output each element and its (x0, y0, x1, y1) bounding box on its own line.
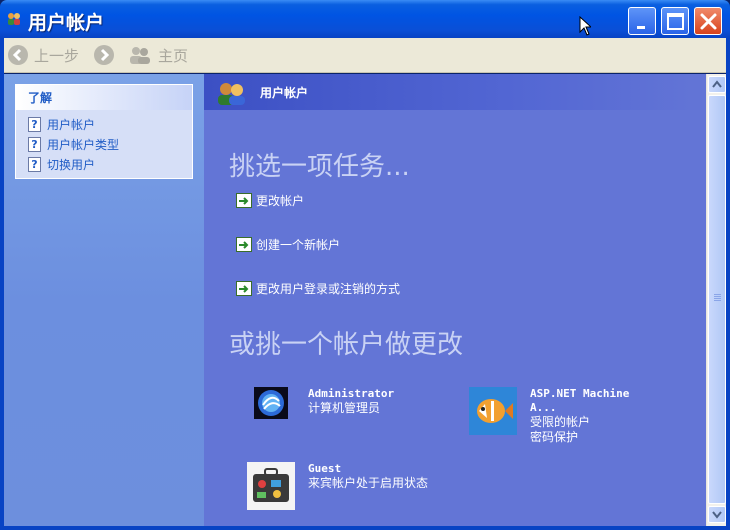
user-accounts-icon (8, 13, 20, 25)
account-administrator[interactable]: Administrator 计算机管理员 (308, 387, 394, 416)
close-icon (700, 13, 717, 30)
back-label: 上一步 (34, 46, 80, 65)
scroll-grip (714, 296, 721, 297)
aspnet-avatar[interactable] (469, 387, 517, 438)
task-create-account[interactable]: 创建一个新帐户 (236, 236, 340, 253)
account-name: ASP.NET Machine (530, 387, 630, 400)
account-name: Administrator (308, 387, 395, 400)
account-guest[interactable]: Guest 来宾帐户处于启用状态 (308, 462, 428, 491)
sidebar-item-account-types[interactable]: ? 用户帐户类型 (16, 134, 192, 154)
task-label: 更改帐户 (256, 194, 305, 208)
close-button[interactable] (694, 7, 722, 35)
mouse-cursor-icon (579, 16, 591, 36)
main-content: 用户帐户 挑选一项任务... 更改帐户 创建一个新帐户 更改用户登录或注销的方式… (204, 74, 706, 526)
scroll-thumb[interactable] (708, 95, 726, 504)
sidebar-item-switch-user[interactable]: ? 切换用户 (16, 154, 192, 174)
account-name: Guest (308, 462, 342, 475)
window-frame-right (726, 38, 730, 530)
account-aspnet[interactable]: ASP.NET Machine A... 受限的帐户 密码保护 (530, 387, 629, 445)
task-change-logon[interactable]: 更改用户登录或注销的方式 (236, 280, 400, 297)
account-type: 受限的帐户 (530, 415, 591, 429)
suitcase-picture-icon (247, 462, 295, 510)
sidebar-item-label: 切换用户 (47, 157, 96, 172)
minimize-icon (637, 26, 645, 29)
sidebar: 了解 ? 用户帐户 ? 用户帐户类型 ? 切换用户 (4, 74, 204, 526)
green-arrow-icon (236, 193, 252, 208)
window-title: 用户帐户 (28, 12, 105, 34)
account-type: 计算机管理员 (308, 401, 381, 415)
scroll-grip (714, 298, 721, 299)
account-status: 密码保护 (530, 430, 579, 444)
home-button[interactable]: 主页 (128, 44, 188, 66)
green-arrow-icon (236, 237, 252, 252)
help-icon: ? (28, 116, 41, 132)
task-label: 更改用户登录或注销的方式 (256, 282, 401, 296)
user-accounts-icon (218, 83, 245, 105)
minimize-button[interactable] (628, 7, 656, 35)
scroll-up-button[interactable] (708, 76, 726, 93)
main-header: 用户帐户 (204, 74, 706, 110)
forward-button[interactable] (94, 44, 114, 66)
help-icon: ? (28, 156, 41, 172)
scroll-down-button[interactable] (708, 506, 726, 523)
task-label: 创建一个新帐户 (256, 238, 341, 252)
learn-about-box: 了解 ? 用户帐户 ? 用户帐户类型 ? 切换用户 (15, 84, 193, 179)
xp-logo-picture-icon (254, 387, 288, 419)
account-status: 来宾帐户处于启用状态 (308, 476, 429, 490)
home-label: 主页 (158, 46, 189, 65)
sidebar-item-label: 用户帐户类型 (47, 137, 120, 152)
scroll-grip (714, 294, 721, 295)
title-bar[interactable]: 用户帐户 (0, 0, 730, 38)
window-frame-bottom (0, 526, 730, 530)
chevron-up-icon (712, 80, 722, 88)
main-header-title: 用户帐户 (260, 86, 309, 100)
help-icon: ? (28, 136, 41, 152)
scroll-grip (714, 300, 721, 301)
task-change-account[interactable]: 更改帐户 (236, 192, 304, 209)
chevron-down-icon (712, 511, 722, 519)
navigation-toolbar: 上一步 主页 (4, 38, 726, 73)
pick-account-heading: 或挑一个帐户做更改 (229, 330, 464, 360)
back-arrow-icon (8, 45, 28, 65)
guest-avatar[interactable] (247, 462, 295, 513)
learn-about-title: 了解 (16, 85, 192, 110)
administrator-avatar[interactable] (254, 387, 288, 422)
green-arrow-icon (236, 281, 252, 296)
pick-task-heading: 挑选一项任务... (229, 152, 410, 182)
sidebar-item-label: 用户帐户 (47, 117, 96, 132)
vertical-scrollbar[interactable] (706, 74, 726, 526)
fish-picture-icon (469, 387, 517, 435)
forward-arrow-icon (94, 45, 114, 65)
back-button[interactable]: 上一步 (8, 44, 79, 66)
sidebar-item-user-accounts[interactable]: ? 用户帐户 (16, 114, 192, 134)
maximize-button[interactable] (661, 7, 689, 35)
account-name-continued: A... (530, 401, 557, 414)
maximize-icon (667, 13, 684, 30)
users-home-icon (130, 47, 150, 64)
